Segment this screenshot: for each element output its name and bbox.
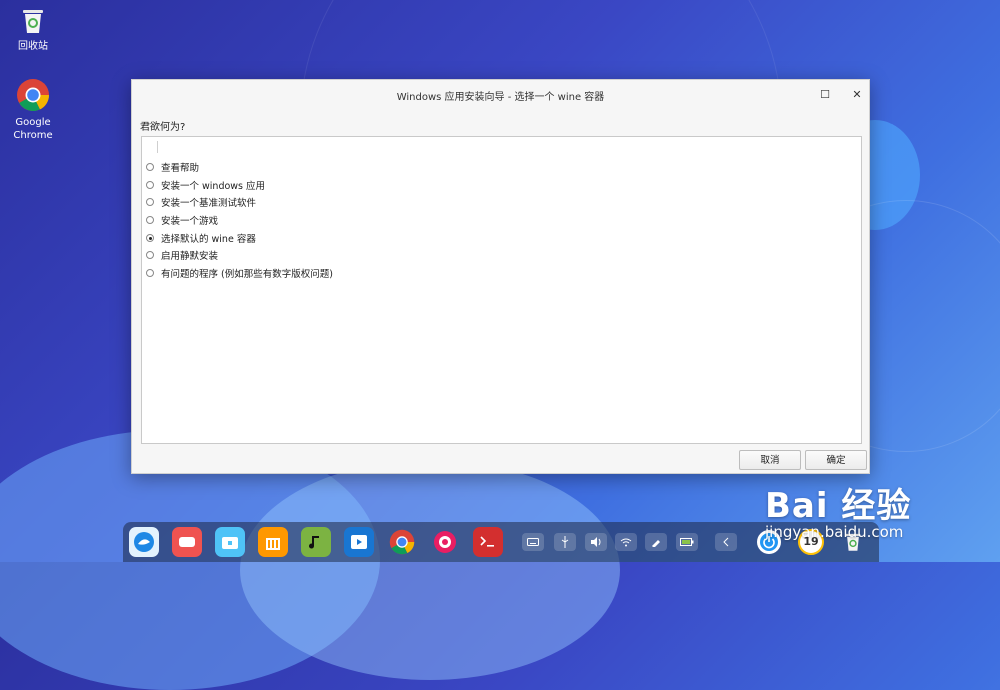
desktop-icon-chrome[interactable]: Google Chrome (0, 78, 68, 142)
pen-icon[interactable] (645, 533, 667, 551)
option-install-windows-app[interactable]: 安装一个 windows 应用 (146, 177, 265, 193)
chevron-left-icon[interactable] (715, 533, 737, 551)
watermark-logo: Bai 经验 (765, 486, 912, 526)
terminal-icon[interactable] (473, 527, 503, 557)
option-label: 有问题的程序 (例如那些有数字版权问题) (161, 269, 333, 280)
desktop-icon-label: 回收站 (18, 41, 48, 52)
baidu-watermark: Bai 经验 jingyan.baidu.com (765, 478, 911, 541)
video-icon[interactable] (344, 527, 374, 557)
radio-button[interactable] (146, 181, 154, 189)
option-label: 查看帮助 (161, 163, 200, 174)
radio-button[interactable] (146, 163, 154, 171)
text-caret (157, 141, 158, 153)
radio-button[interactable] (146, 269, 154, 277)
option-label: 安装一个游戏 (161, 216, 219, 227)
radio-button[interactable] (146, 198, 154, 206)
prompt-label: 君欲何为? (140, 122, 186, 133)
wifi-icon[interactable] (615, 533, 637, 551)
trash-icon (18, 6, 48, 36)
chrome-icon[interactable] (387, 527, 417, 557)
music-icon[interactable] (301, 527, 331, 557)
battery-icon[interactable] (676, 533, 698, 551)
app-store-icon[interactable] (258, 527, 288, 557)
maximize-button[interactable]: ☐ (816, 86, 834, 104)
volume-icon[interactable] (585, 533, 607, 551)
file-manager-icon[interactable] (215, 527, 245, 557)
cancel-button[interactable]: 取消 (739, 450, 801, 470)
ok-button[interactable]: 确定 (805, 450, 867, 470)
option-view-help[interactable]: 查看帮助 (146, 159, 199, 175)
window-title: Windows 应用安装向导 - 选择一个 wine 容器 (396, 92, 605, 103)
options-list[interactable]: 查看帮助 安装一个 windows 应用 安装一个基准测试软件 安装一个游戏 选… (141, 136, 862, 444)
watermark-url: jingyan.baidu.com (765, 523, 904, 541)
desktop-icon-label: Google Chrome (13, 117, 53, 141)
option-label: 选择默认的 wine 容器 (161, 234, 256, 245)
bg-decoration (240, 460, 620, 680)
option-label: 安装一个基准测试软件 (161, 198, 257, 209)
radio-button[interactable] (146, 216, 154, 224)
install-wizard-dialog: Windows 应用安装向导 - 选择一个 wine 容器 ☐ ✕ 君欲何为? … (131, 79, 870, 474)
deepin-launcher-icon[interactable] (129, 527, 159, 557)
keyboard-icon[interactable] (522, 533, 544, 551)
option-install-benchmark[interactable]: 安装一个基准测试软件 (146, 194, 256, 210)
close-button[interactable]: ✕ (848, 86, 866, 104)
option-problem-programs[interactable]: 有问题的程序 (例如那些有数字版权问题) (146, 265, 333, 281)
option-install-game[interactable]: 安装一个游戏 (146, 212, 218, 228)
chrome-icon (16, 78, 50, 112)
option-label: 安装一个 windows 应用 (161, 181, 266, 192)
option-silent-install[interactable]: 启用静默安装 (146, 247, 218, 263)
usb-icon[interactable] (554, 533, 576, 551)
settings-icon[interactable] (430, 527, 460, 557)
screen-recorder-icon[interactable] (172, 527, 202, 557)
desktop-icon-trash[interactable]: 回收站 (0, 6, 68, 53)
option-label: 启用静默安装 (161, 251, 219, 262)
option-select-default-wine[interactable]: 选择默认的 wine 容器 (146, 230, 256, 246)
radio-button[interactable] (146, 251, 154, 259)
radio-button-selected[interactable] (146, 234, 154, 242)
titlebar[interactable]: Windows 应用安装向导 - 选择一个 wine 容器 ☐ ✕ (132, 80, 869, 110)
